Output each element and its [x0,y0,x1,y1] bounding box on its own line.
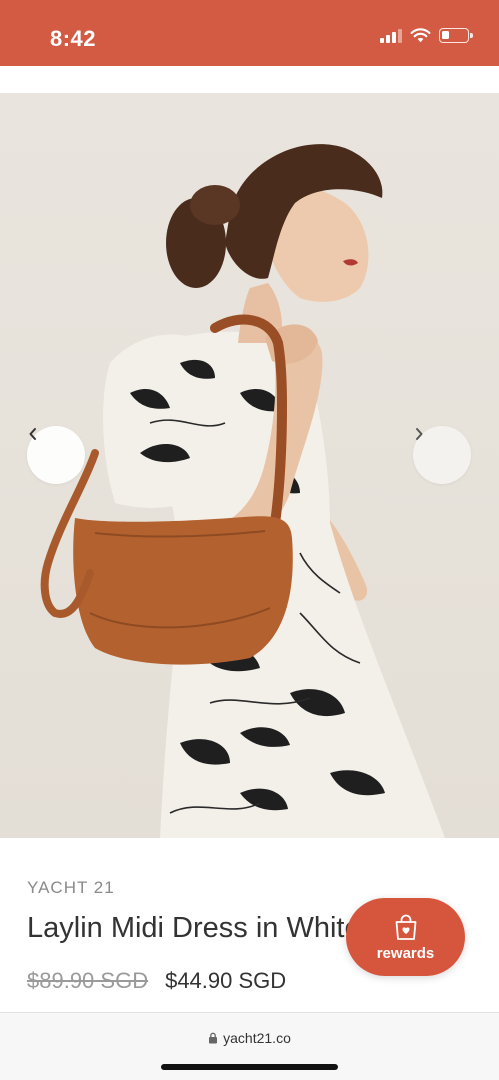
status-time: 8:42 [50,26,97,51]
wifi-icon [410,28,431,43]
rewards-button[interactable]: rewards [346,898,465,976]
product-title: Laylin Midi Dress in White [27,912,357,944]
chevron-left-icon [29,428,36,440]
status-icons [380,28,473,43]
battery-icon [439,28,473,43]
lock-icon [209,1032,218,1044]
signal-icon [380,28,402,43]
carousel-next-button[interactable] [413,426,471,484]
product-image[interactable] [0,93,499,838]
product-brand[interactable]: YACHT 21 [27,878,115,898]
rewards-label: rewards [376,944,435,962]
original-price: $89.90 SGD [27,968,149,993]
home-indicator[interactable] [161,1064,338,1070]
carousel-prev-button[interactable] [27,426,85,484]
price-row: $89.90 SGD $44.90 SGD [27,968,286,994]
shopping-bag-heart-icon [395,914,416,940]
sale-price: $44.90 SGD [165,968,287,993]
url-display[interactable]: yacht21.co [0,1030,499,1046]
url-text: yacht21.co [223,1030,291,1046]
chevron-right-icon [416,428,423,440]
status-bar: 8:42 [0,0,499,66]
browser-url-bar[interactable]: yacht21.co [0,1012,499,1080]
